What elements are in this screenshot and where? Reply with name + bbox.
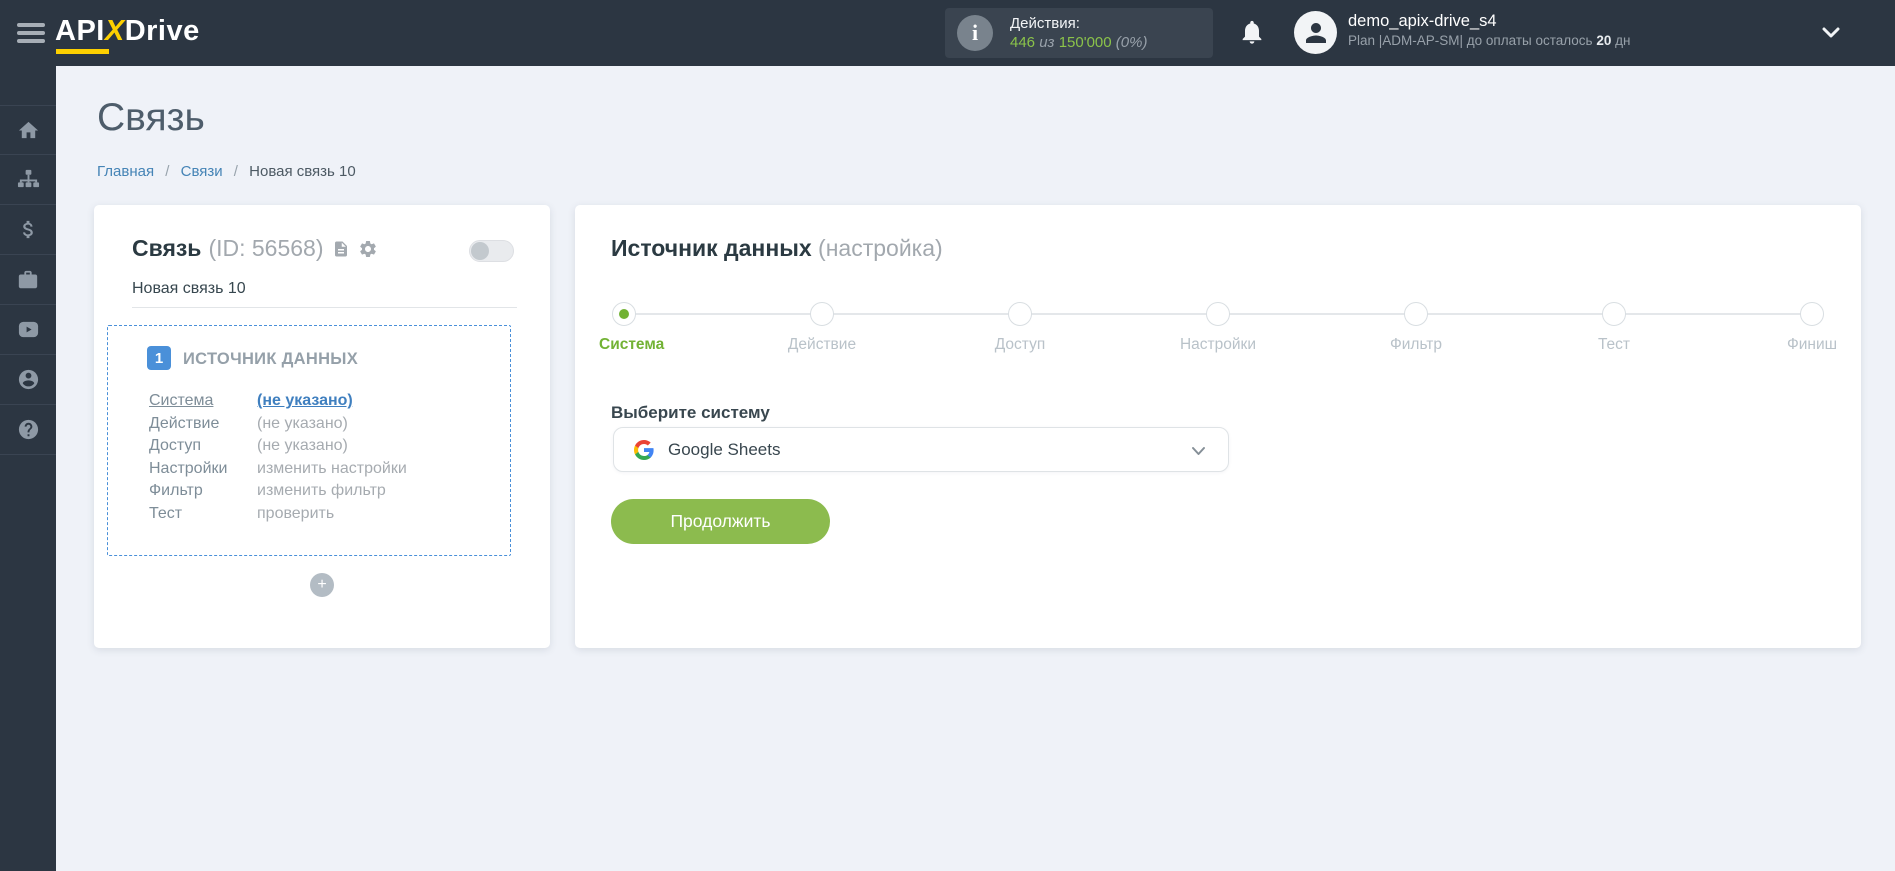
actions-counter[interactable]: i Действия: 446 из 150'000 (0%) (945, 8, 1213, 58)
breadcrumb: Главная / Связи / Новая связь 10 (97, 163, 356, 180)
logo-underline (56, 49, 109, 54)
notes-button[interactable] (332, 240, 350, 258)
sidebar-item-connections[interactable] (0, 155, 56, 205)
connection-enable-toggle[interactable] (469, 240, 514, 262)
step-circle-settings[interactable] (1206, 302, 1230, 326)
step-circle-filter[interactable] (1404, 302, 1428, 326)
connection-card: Связь (ID: 56568) Новая связь 10 1 ИСТОЧ… (94, 205, 550, 648)
step-system: Система (599, 302, 664, 353)
step-label-access: Доступ (994, 336, 1046, 353)
connection-card-header: Связь (ID: 56568) (132, 235, 378, 262)
dollar-icon (22, 220, 33, 239)
step-settings: Настройки (1180, 302, 1256, 353)
step-label-filter: Фильтр (1389, 336, 1443, 353)
actions-usage: 446 из 150'000 (0%) (1010, 34, 1148, 51)
sidebar (0, 66, 56, 871)
connection-id: (ID: 56568) (208, 235, 324, 261)
status-row-settings: Настройки изменить настройки (149, 459, 407, 477)
document-icon (334, 241, 347, 256)
notifications-button[interactable] (1237, 18, 1267, 48)
person-icon (1305, 22, 1326, 43)
briefcase-icon (18, 270, 38, 288)
sitemap-icon (17, 169, 39, 188)
main-content: Связь Главная / Связи / Новая связь 10 С… (56, 66, 1895, 871)
status-row-access: Доступ (не указано) (149, 437, 348, 455)
help-icon (18, 419, 38, 440)
status-row-action: Действие (не указано) (149, 414, 348, 432)
status-row-system: Система (не указано) (149, 390, 407, 413)
status-row-test: Тест проверить (149, 504, 335, 522)
sidebar-item-billing[interactable] (0, 205, 56, 255)
continue-button[interactable]: Продолжить (611, 499, 830, 544)
page-title: Связь (97, 96, 205, 139)
apix-drive-logo[interactable]: APIXDrive (55, 15, 200, 54)
sidebar-item-help[interactable] (0, 405, 56, 455)
sidebar-item-account[interactable] (0, 355, 56, 405)
breadcrumb-home[interactable]: Главная (97, 163, 154, 180)
topbar: APIXDrive i Действия: 446 из 150'000 (0%… (0, 0, 1895, 66)
data-source-block[interactable]: 1 ИСТОЧНИК ДАННЫХ Система (не указано) Д… (107, 325, 511, 556)
dropdown-chevron-icon (1192, 447, 1205, 455)
sidebar-item-home[interactable] (0, 105, 56, 155)
connection-name-field[interactable]: Новая связь 10 (132, 280, 517, 308)
select-system-label: Выберите систему (611, 403, 770, 422)
step-label-action: Действие (787, 336, 857, 353)
google-icon (634, 439, 654, 460)
step-number-badge: 1 (147, 346, 171, 370)
toggle-knob (471, 242, 489, 260)
user-menu[interactable]: demo_apix-drive_s4 Plan |ADM-AP-SM| до о… (1348, 10, 1631, 50)
sidebar-item-services[interactable] (0, 255, 56, 305)
step-circle-action[interactable] (810, 302, 834, 326)
source-setup-title: Источник данных (настройка) (611, 235, 943, 261)
breadcrumb-current: Новая связь 10 (249, 163, 356, 180)
video-icon (18, 321, 38, 338)
system-select-dropdown[interactable]: Google Sheets (613, 427, 1229, 472)
user-name: demo_apix-drive_s4 (1348, 12, 1497, 30)
add-block-button[interactable]: + (310, 573, 334, 597)
step-circle-access[interactable] (1008, 302, 1032, 326)
status-row-filter: Фильтр изменить фильтр (149, 482, 386, 500)
breadcrumb-connections[interactable]: Связи (181, 163, 223, 180)
step-label-settings: Настройки (1179, 336, 1257, 353)
system-label-link[interactable]: Система (149, 390, 257, 413)
actions-label: Действия: (1010, 15, 1080, 32)
menu-button[interactable] (17, 23, 45, 43)
step-action: Действие (788, 302, 856, 353)
gear-icon (359, 240, 376, 257)
logo-api: API (55, 15, 105, 47)
bell-icon (1242, 20, 1262, 44)
user-avatar[interactable] (1294, 11, 1337, 54)
source-setup-card: Источник данных (настройка) Система Дейс… (575, 205, 1861, 648)
user-circle-icon (18, 369, 38, 390)
source-setup-subtitle: (настройка) (818, 235, 943, 261)
chevron-down-icon (1822, 27, 1840, 38)
step-filter: Фильтр (1390, 302, 1442, 353)
active-step-dot (619, 309, 629, 319)
connection-title: Связь (132, 235, 202, 261)
info-icon: i (957, 15, 993, 51)
user-menu-chevron[interactable] (1822, 27, 1840, 42)
hamburger-icon (17, 23, 45, 27)
step-circle-finish[interactable] (1800, 302, 1824, 326)
step-label-test: Тест (1597, 336, 1631, 353)
data-source-block-title: ИСТОЧНИК ДАННЫХ (183, 350, 359, 368)
step-label-finish: Финиш (1786, 336, 1838, 353)
logo-drive: Drive (124, 15, 200, 47)
system-value-link[interactable]: (не указано) (257, 390, 353, 413)
step-label-system: Система (599, 336, 665, 353)
logo-x: X (104, 15, 125, 47)
step-circle-test[interactable] (1602, 302, 1626, 326)
home-icon (18, 121, 38, 138)
step-circle-system[interactable] (612, 302, 636, 326)
step-access: Доступ (995, 302, 1045, 353)
selected-system-value: Google Sheets (668, 439, 781, 459)
settings-button[interactable] (358, 239, 378, 259)
user-plan: Plan |ADM-AP-SM| до оплаты осталось 20 д… (1348, 33, 1631, 48)
step-test: Тест (1598, 302, 1630, 353)
source-status-rows: Система (не указано) Действие (не указан… (149, 390, 407, 526)
step-finish: Финиш (1787, 302, 1837, 353)
sidebar-item-video[interactable] (0, 305, 56, 355)
